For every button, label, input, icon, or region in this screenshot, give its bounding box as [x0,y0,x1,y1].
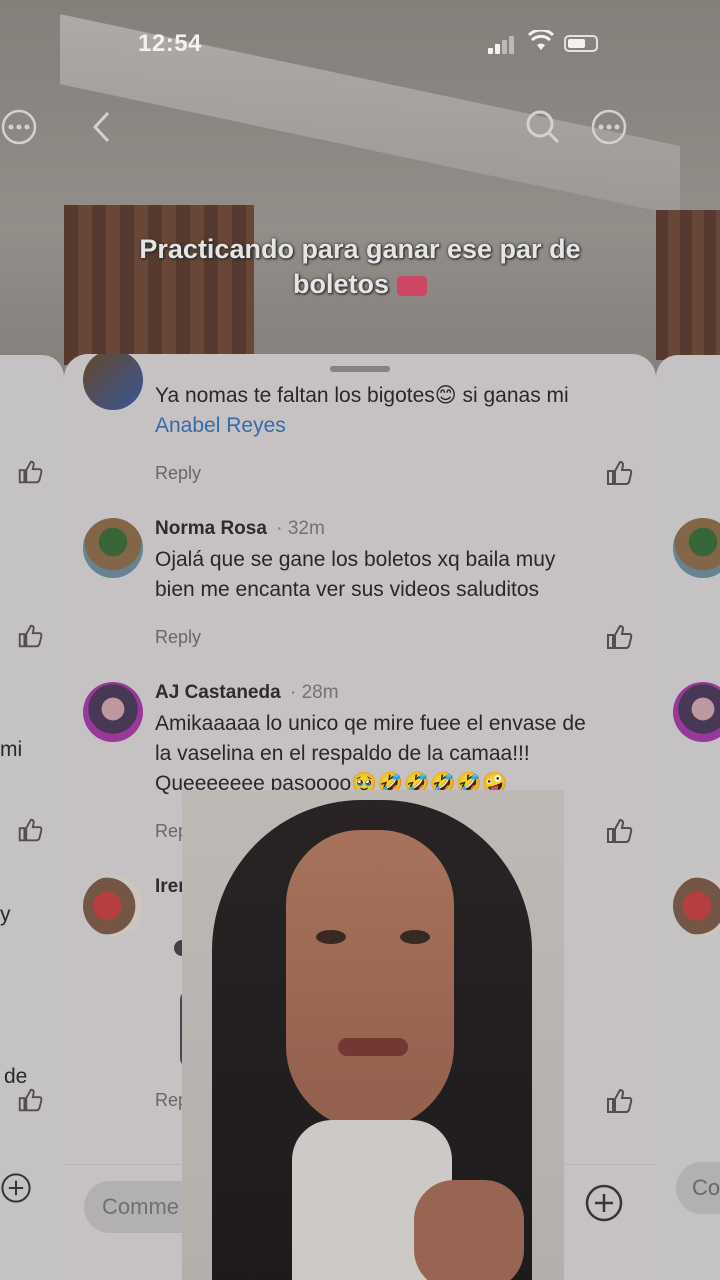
thumbs-up-icon [18,624,43,648]
more-options-icon[interactable] [590,108,628,146]
side-text-y: y [0,903,11,926]
reply-button[interactable]: Reply [155,463,201,484]
thumbs-up-icon[interactable] [604,622,634,652]
comment-time: · 32m [276,518,325,539]
thumbs-up-icon[interactable] [604,816,634,846]
video-caption: Practicando para ganar ese par de boleto… [64,232,656,302]
thumbs-up-icon [18,1088,43,1112]
side-input-fragment: Co [676,1162,720,1214]
wifi-icon [528,30,554,50]
thumbs-up-icon[interactable] [604,1086,634,1116]
mention-link[interactable]: Anabel Reyes [155,411,635,441]
battery-icon [564,35,598,52]
comment-text: Ojalá que se gane los boletos xq baila m… [155,545,635,605]
comment-time-text: 28m [301,682,339,703]
cellular-signal-icon [488,36,516,54]
thumbs-up-icon [18,460,43,484]
thumbs-up-icon [18,818,43,842]
avatar[interactable] [83,682,143,742]
adjacent-panel-right [656,355,720,1280]
avatar[interactable] [83,518,143,578]
ticket-emoji-icon [397,275,427,296]
comment-text-line: bien me encanta ver sus videos saluditos [155,578,540,601]
status-time: 12:54 [138,30,202,57]
comment-text-line: Ya nomas te faltan los bigotes😊 si ganas… [155,384,569,407]
sheet-drag-handle[interactable] [330,366,390,372]
comment-text-line: la vaselina en el respaldo de la camaa!!… [155,742,530,765]
add-attachment-icon[interactable] [584,1183,624,1223]
avatar[interactable] [83,876,143,936]
caption-line-2-text: boletos [292,269,389,299]
comment-time-text: 32m [287,518,325,539]
back-chevron-icon[interactable] [82,108,120,146]
add-attachment-icon [1,1173,31,1203]
comment-text-line: Amikaaaaa lo unico qe mire fuee el envas… [155,712,586,735]
presenter-overlay [182,790,564,1280]
curtain-right [656,210,720,360]
status-bar: 12:54 [64,0,656,88]
caption-line-2: boletos [64,267,656,302]
comment-text: Amikaaaaa lo unico qe mire fuee el envas… [155,709,635,799]
side-text-mi: mi [0,738,23,761]
more-options-icon-left-panel [0,108,38,146]
commenter-name[interactable]: AJ Castaneda · 28m [155,682,339,704]
search-icon[interactable] [524,108,562,146]
caption-line-1: Practicando para ganar ese par de [139,234,581,264]
comment-text-line: Ojalá que se gane los boletos xq baila m… [155,548,556,571]
commenter-name-text: Norma Rosa [155,518,267,539]
avatar[interactable] [83,354,143,410]
reply-button[interactable]: Reply [155,627,201,648]
commenter-name[interactable]: Norma Rosa · 32m [155,518,325,540]
commenter-name-text: AJ Castaneda [155,682,281,703]
comment-text: Ya nomas te faltan los bigotes😊 si ganas… [155,381,635,441]
comment-time: · 28m [289,682,339,703]
thumbs-up-icon[interactable] [604,458,634,488]
